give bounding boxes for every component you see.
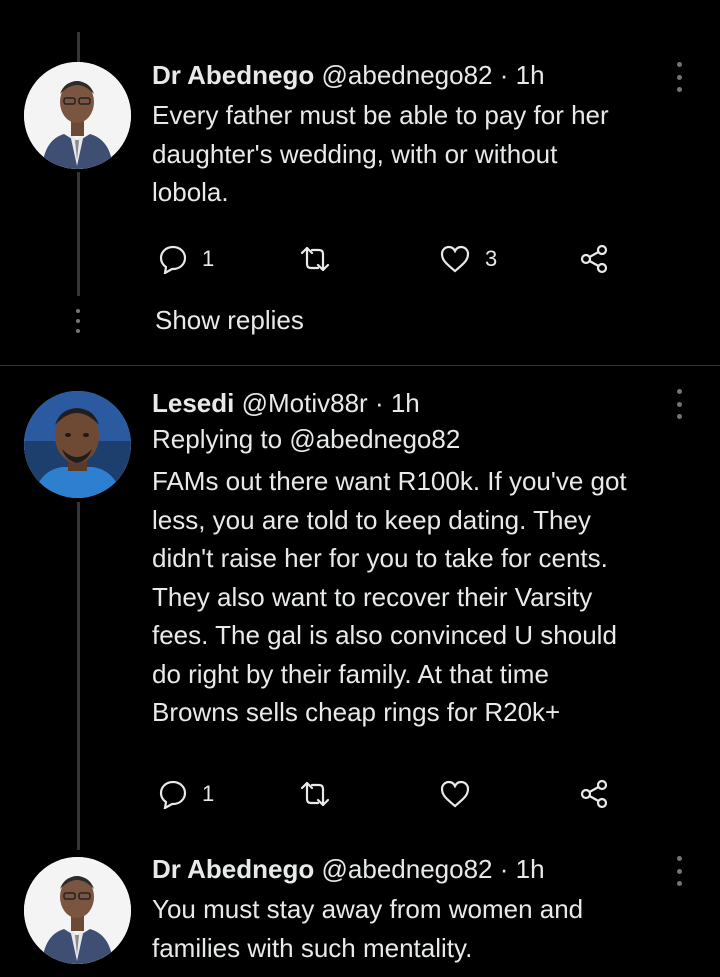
reply-count: 1 <box>202 246 215 271</box>
tweet-text-line: You must stay away from women and <box>152 894 584 924</box>
user-handle[interactable]: @Motiv88r <box>242 388 368 418</box>
tweet-text-line: Every father must be able to pay for her <box>152 100 609 130</box>
thread-gap-dots <box>74 309 82 333</box>
tweet-text-line: FAMs out there want R100k. If you've got <box>152 466 627 496</box>
thread-line-top <box>77 32 80 62</box>
man-in-suit-avatar-icon <box>24 62 131 169</box>
thread-line-2 <box>77 502 80 850</box>
tweet-text-line: do right by their family. At that time <box>152 658 549 689</box>
tweet-text-line: fees. The gal is also convinced U should <box>152 620 617 650</box>
tweet-text: Every father must be able to pay for her… <box>152 96 697 212</box>
heart-icon <box>440 245 470 273</box>
separator: · <box>499 60 509 90</box>
man-in-suit-avatar-icon <box>24 857 131 964</box>
tweet-actions: 1 <box>152 777 697 811</box>
separator: · <box>499 854 509 884</box>
replying-to: Replying to @abednego82 <box>152 422 697 456</box>
retweet-button[interactable] <box>298 242 332 276</box>
avatar[interactable] <box>24 391 131 498</box>
more-options-icon[interactable] <box>667 389 691 419</box>
retweet-button[interactable] <box>298 777 332 811</box>
tweet-text-line: families with such mentality. <box>152 932 473 963</box>
tweet-2[interactable]: Lesedi @Motiv88r · 1h Replying to @abedn… <box>152 386 697 732</box>
thread-line-1 <box>77 172 80 296</box>
reply-button[interactable]: 1 <box>158 242 214 276</box>
display-name[interactable]: Dr Abednego <box>152 854 314 884</box>
tweet-text-line: lobola. <box>152 177 229 207</box>
like-count: 3 <box>485 246 498 271</box>
share-icon <box>580 779 608 809</box>
share-icon <box>580 244 608 274</box>
tweet-1[interactable]: Dr Abednego @abednego82 · 1h Every fathe… <box>152 58 697 212</box>
tweet-text: You must stay away from women and famili… <box>152 890 697 967</box>
divider <box>0 365 720 366</box>
like-button[interactable]: 3 <box>439 242 497 276</box>
replying-to-prefix: Replying to <box>152 424 290 454</box>
retweet-icon <box>300 246 330 272</box>
timestamp[interactable]: 1h <box>391 388 420 418</box>
retweet-icon <box>300 781 330 807</box>
timestamp[interactable]: 1h <box>516 854 545 884</box>
tweet-text-line: less, you are told to keep dating. They <box>152 504 591 535</box>
avatar[interactable] <box>24 62 131 169</box>
tweet-text-line: daughter's wedding, with or without <box>152 138 558 169</box>
tweet-text-line: They also want to recover their Varsity <box>152 581 593 612</box>
tweet-header: Lesedi @Motiv88r · 1h <box>152 386 697 420</box>
tweet-header: Dr Abednego @abednego82 · 1h <box>152 58 697 92</box>
display-name[interactable]: Lesedi <box>152 388 234 418</box>
timestamp[interactable]: 1h <box>516 60 545 90</box>
reply-button[interactable]: 1 <box>158 777 214 811</box>
tweet-header: Dr Abednego @abednego82 · 1h <box>152 852 697 886</box>
more-options-icon[interactable] <box>667 856 691 886</box>
tweet-actions: 1 3 <box>152 242 697 276</box>
more-options-icon[interactable] <box>667 62 691 92</box>
like-button[interactable] <box>439 777 471 811</box>
heart-icon <box>440 780 470 808</box>
replying-to-mention[interactable]: @abednego82 <box>289 424 460 454</box>
reply-icon <box>159 245 187 274</box>
user-handle[interactable]: @abednego82 <box>322 854 493 884</box>
separator: · <box>374 388 384 418</box>
share-button[interactable] <box>578 242 610 276</box>
show-replies-link[interactable]: Show replies <box>155 305 304 336</box>
tweet-text-line: didn't raise her for you to take for cen… <box>152 543 608 573</box>
tweet-text-line: Browns sells cheap rings for R20k+ <box>152 697 561 727</box>
young-man-avatar-icon <box>24 391 131 498</box>
tweet-text: FAMs out there want R100k. If you've got… <box>152 462 697 732</box>
reply-icon <box>159 780 187 809</box>
display-name[interactable]: Dr Abednego <box>152 60 314 90</box>
share-button[interactable] <box>578 777 610 811</box>
tweet-3[interactable]: Dr Abednego @abednego82 · 1h You must st… <box>152 852 697 967</box>
user-handle[interactable]: @abednego82 <box>322 60 493 90</box>
avatar[interactable] <box>24 857 131 964</box>
reply-count: 1 <box>202 781 215 806</box>
